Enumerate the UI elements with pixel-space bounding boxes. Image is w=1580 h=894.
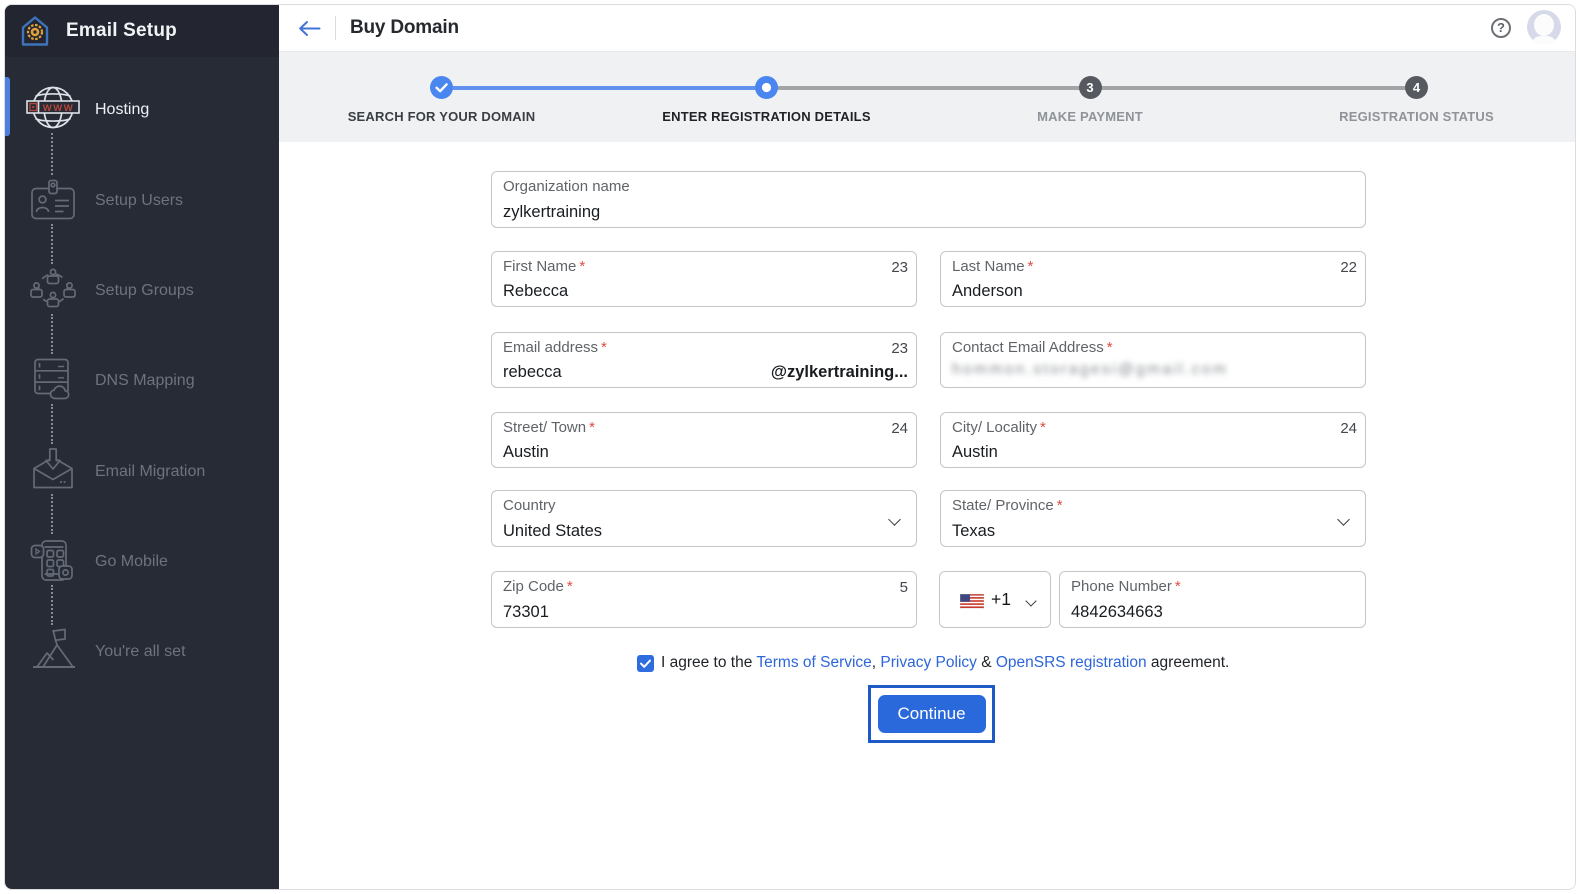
svg-text:WWW: WWW [43, 103, 74, 114]
